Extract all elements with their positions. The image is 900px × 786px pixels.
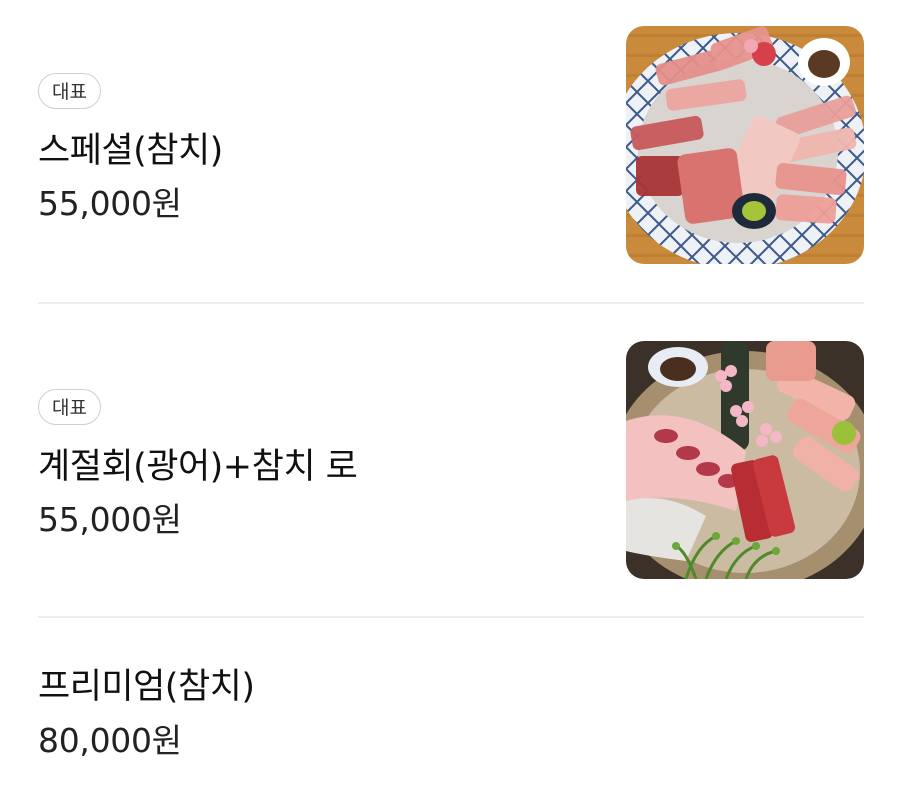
menu-item-photo[interactable] bbox=[626, 341, 864, 579]
menu-item-premium-tuna[interactable]: 프리미엄(참치) 80,000원 bbox=[38, 618, 864, 786]
menu-item-price: 55,000원 bbox=[38, 184, 182, 223]
menu-item-name: 프리미엄(참치) bbox=[38, 667, 255, 707]
menu-item-price: 80,000원 bbox=[38, 721, 182, 760]
menu-item-photo[interactable] bbox=[626, 26, 864, 264]
signature-badge: 대표 bbox=[38, 73, 101, 109]
menu-item-seasonal-flatfish-tuna[interactable]: 대표 계절회(광어)+참치 로 55,000원 bbox=[38, 303, 864, 617]
menu-item-special-tuna[interactable]: 대표 스페셜(참치) 55,000원 bbox=[38, 0, 864, 302]
flatfish-tuna-platter-image bbox=[626, 341, 864, 579]
signature-badge: 대표 bbox=[38, 389, 101, 425]
menu-item-name: 스페셜(참치) bbox=[38, 131, 223, 171]
tuna-platter-image bbox=[626, 26, 864, 264]
menu-item-price: 55,000원 bbox=[38, 500, 182, 539]
menu-item-name: 계절회(광어)+참치 로 bbox=[38, 447, 358, 487]
menu-list: 대표 스페셜(참치) 55,000원 대표 계절회(광어)+참치 로 55,00… bbox=[0, 0, 900, 786]
